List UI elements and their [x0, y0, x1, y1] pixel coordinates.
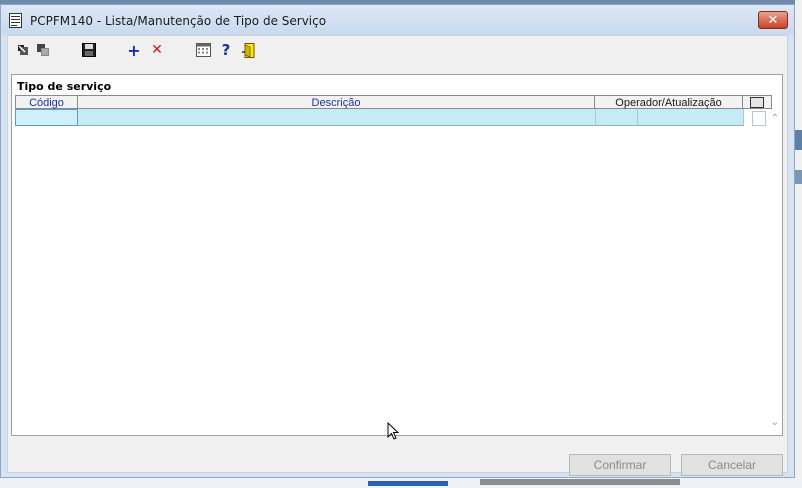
table-row[interactable] — [15, 109, 744, 126]
window-client-area: + ✕ ? Tipo de serviço Código Descrição O… — [7, 35, 788, 476]
scroll-down-icon[interactable]: ⌄ — [769, 417, 781, 429]
panel-title: Tipo de serviço — [17, 80, 112, 93]
exit-icon[interactable] — [240, 41, 258, 59]
title-bar[interactable]: PCPFM140 - Lista/Manutenção de Tipo de S… — [1, 5, 794, 35]
operador-cell[interactable] — [596, 109, 638, 126]
dialog-window: PCPFM140 - Lista/Manutenção de Tipo de S… — [0, 4, 795, 478]
select-all-checkbox[interactable] — [743, 95, 772, 109]
confirm-button[interactable]: Confirmar — [569, 454, 671, 476]
background-block — [480, 479, 680, 485]
service-type-panel: Tipo de serviço Código Descrição Operado… — [11, 74, 783, 436]
close-button[interactable]: ✕ — [758, 11, 788, 29]
codigo-cell[interactable] — [15, 109, 78, 126]
column-header-codigo[interactable]: Código — [15, 95, 78, 109]
mouse-cursor-icon — [387, 422, 399, 440]
copy-icon[interactable] — [34, 41, 52, 59]
atualizacao-cell[interactable] — [638, 109, 744, 126]
help-icon[interactable]: ? — [217, 41, 235, 59]
background-block — [368, 481, 448, 486]
grid-header: Código Descrição Operador/Atualização — [15, 95, 772, 109]
cancel-button[interactable]: Cancelar — [681, 454, 783, 476]
save-icon[interactable] — [80, 41, 98, 59]
add-icon[interactable]: + — [125, 41, 143, 60]
checkbox-icon — [750, 96, 764, 108]
scroll-up-icon[interactable]: ⌃ — [769, 113, 781, 125]
calculator-icon[interactable] — [194, 41, 212, 59]
background-taskbar-edge — [0, 478, 802, 488]
background-block — [795, 170, 802, 184]
column-header-descricao[interactable]: Descrição — [78, 95, 595, 109]
window-title: PCPFM140 - Lista/Manutenção de Tipo de S… — [30, 14, 327, 28]
row-checkbox[interactable] — [752, 111, 766, 126]
background-window-edge — [795, 0, 802, 488]
descricao-cell[interactable] — [78, 109, 596, 126]
document-icon — [9, 13, 22, 28]
delete-icon[interactable]: ✕ — [148, 41, 166, 59]
import-icon[interactable] — [14, 41, 32, 59]
toolbar: + ✕ ? — [8, 36, 787, 66]
vertical-scrollbar[interactable]: ⌃ ⌄ — [768, 109, 782, 435]
background-block — [795, 130, 802, 150]
column-header-operador[interactable]: Operador/Atualização — [595, 95, 743, 109]
